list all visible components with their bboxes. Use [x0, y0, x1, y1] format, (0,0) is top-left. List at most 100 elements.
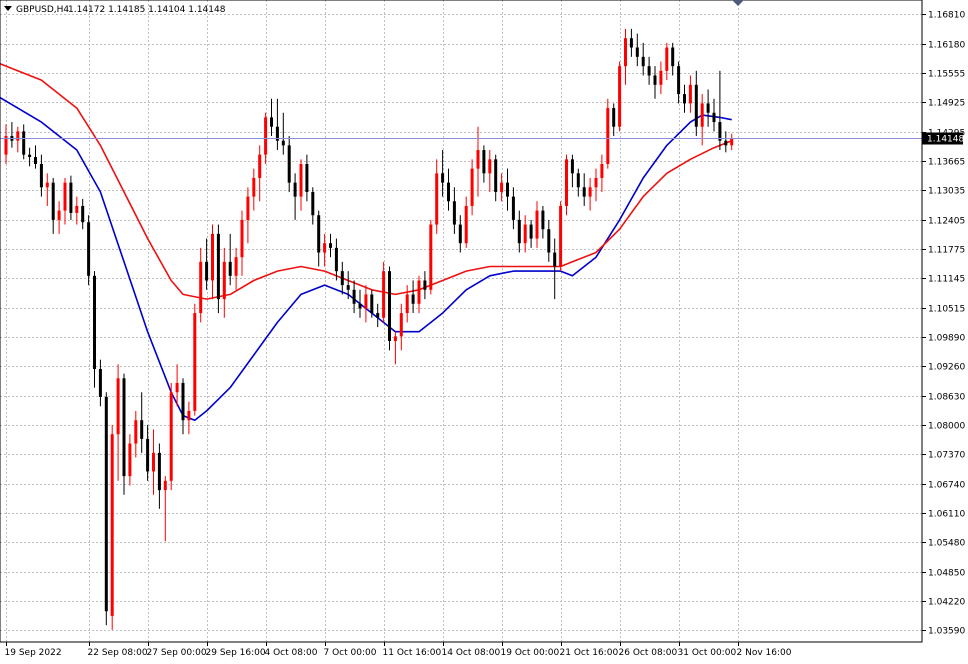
candle-body: [134, 420, 138, 444]
candle-body: [688, 84, 692, 104]
price-tick-label: 1.06740: [928, 481, 965, 491]
candle-body: [246, 196, 250, 220]
candle-body: [523, 224, 527, 244]
candle-body: [222, 261, 226, 300]
candle-body: [311, 191, 315, 216]
candle-body: [600, 163, 604, 178]
candle-body: [57, 210, 61, 220]
candle-body: [464, 205, 468, 244]
candle-body: [694, 84, 698, 127]
candle-body: [28, 154, 32, 158]
candle-body: [22, 131, 26, 155]
candle-body: [81, 205, 85, 223]
candle-body: [364, 294, 368, 309]
candle-body: [39, 163, 43, 188]
candle-body: [506, 182, 509, 197]
candle-body: [87, 222, 91, 276]
candle-body: [476, 150, 480, 169]
candle-body: [281, 140, 285, 146]
candle-body: [647, 66, 651, 76]
candle-body: [252, 177, 256, 197]
candle-body: [122, 378, 126, 477]
price-tick-label: 1.12405: [928, 217, 965, 227]
candle-body: [511, 196, 515, 220]
ohlc-values: 1.14172 1.14185 1.14104 1.14148: [68, 5, 226, 15]
price-tick-label: 1.08630: [928, 393, 965, 403]
candle-body: [193, 313, 197, 411]
candle-body: [258, 154, 262, 178]
candle-body: [340, 271, 344, 286]
candle-body: [653, 75, 657, 85]
candle-body: [388, 271, 391, 342]
candle-body: [458, 224, 462, 244]
price-tick-label: 1.16180: [928, 41, 965, 51]
candle-body: [110, 434, 114, 616]
candle-body: [163, 480, 167, 491]
candle-body: [700, 103, 704, 127]
candle-body: [547, 229, 551, 253]
current-price-label: 1.14148: [927, 135, 964, 145]
candle-body: [405, 294, 409, 314]
candle-body: [641, 56, 645, 67]
candle-body: [146, 438, 150, 472]
candle-body: [576, 173, 580, 188]
time-tick-label: 22 Sep 08:00: [88, 648, 148, 658]
price-tick-label: 1.10515: [928, 305, 965, 315]
chart-window[interactable]: 1.168101.161801.155551.149251.142951.136…: [0, 0, 968, 664]
price-tick-label: 1.15555: [928, 70, 965, 80]
candle: [104, 392, 108, 626]
candle-body: [358, 303, 362, 309]
candle-body: [411, 294, 415, 304]
candle: [87, 215, 91, 286]
price-tick-label: 1.04220: [928, 598, 965, 608]
candle-body: [535, 210, 539, 239]
price-chart[interactable]: 1.168101.161801.155551.149251.142951.136…: [0, 0, 968, 664]
candle: [169, 382, 173, 491]
candle-body: [140, 420, 144, 439]
candle-body: [541, 210, 545, 230]
candle-body: [724, 140, 728, 146]
candle-body: [529, 224, 533, 239]
time-tick-label: 21 Oct 16:00: [560, 648, 619, 658]
time-tick-label: 11 Oct 16:00: [383, 648, 442, 658]
candle-body: [447, 182, 450, 202]
candle-body: [399, 313, 403, 337]
price-tick-label: 1.11145: [928, 275, 965, 285]
candle-body: [93, 275, 96, 369]
candle-body: [75, 205, 79, 213]
candle-body: [435, 173, 439, 225]
candle-body: [553, 252, 557, 267]
chart-background: [0, 0, 968, 664]
time-tick-label: 31 Oct 00:00: [678, 648, 737, 658]
candle-body: [270, 117, 273, 127]
time-tick-label: 14 Oct 08:00: [442, 648, 501, 658]
candle-body: [594, 177, 598, 188]
time-tick-label: 26 Oct 08:00: [619, 648, 678, 658]
candle-body: [228, 261, 232, 276]
price-tick-label: 1.04850: [928, 569, 965, 579]
price-tick-label: 1.13665: [928, 158, 965, 168]
candle-body: [382, 271, 386, 318]
candle-body: [329, 243, 332, 248]
candle-body: [187, 410, 191, 421]
price-tick-label: 1.16810: [928, 11, 965, 21]
candle-body: [500, 182, 504, 192]
candle-body: [157, 452, 161, 491]
candle-body: [565, 159, 568, 206]
candle-body: [234, 257, 238, 276]
candle-body: [588, 187, 592, 197]
time-tick-label: 19 Sep 2022: [5, 648, 62, 658]
time-tick-label: 2 Nov 16:00: [737, 648, 792, 658]
candle-body: [323, 243, 327, 253]
candle-body: [730, 138, 734, 146]
candle: [618, 61, 622, 132]
candle: [606, 98, 610, 169]
candle: [388, 266, 391, 351]
price-tick-label: 1.03590: [928, 627, 965, 637]
candle: [429, 219, 433, 295]
candle-body: [181, 382, 185, 421]
candle-body: [494, 159, 498, 192]
price-tick-label: 1.09890: [928, 334, 965, 344]
price-tick-label: 1.07370: [928, 451, 965, 461]
candle: [193, 303, 197, 416]
